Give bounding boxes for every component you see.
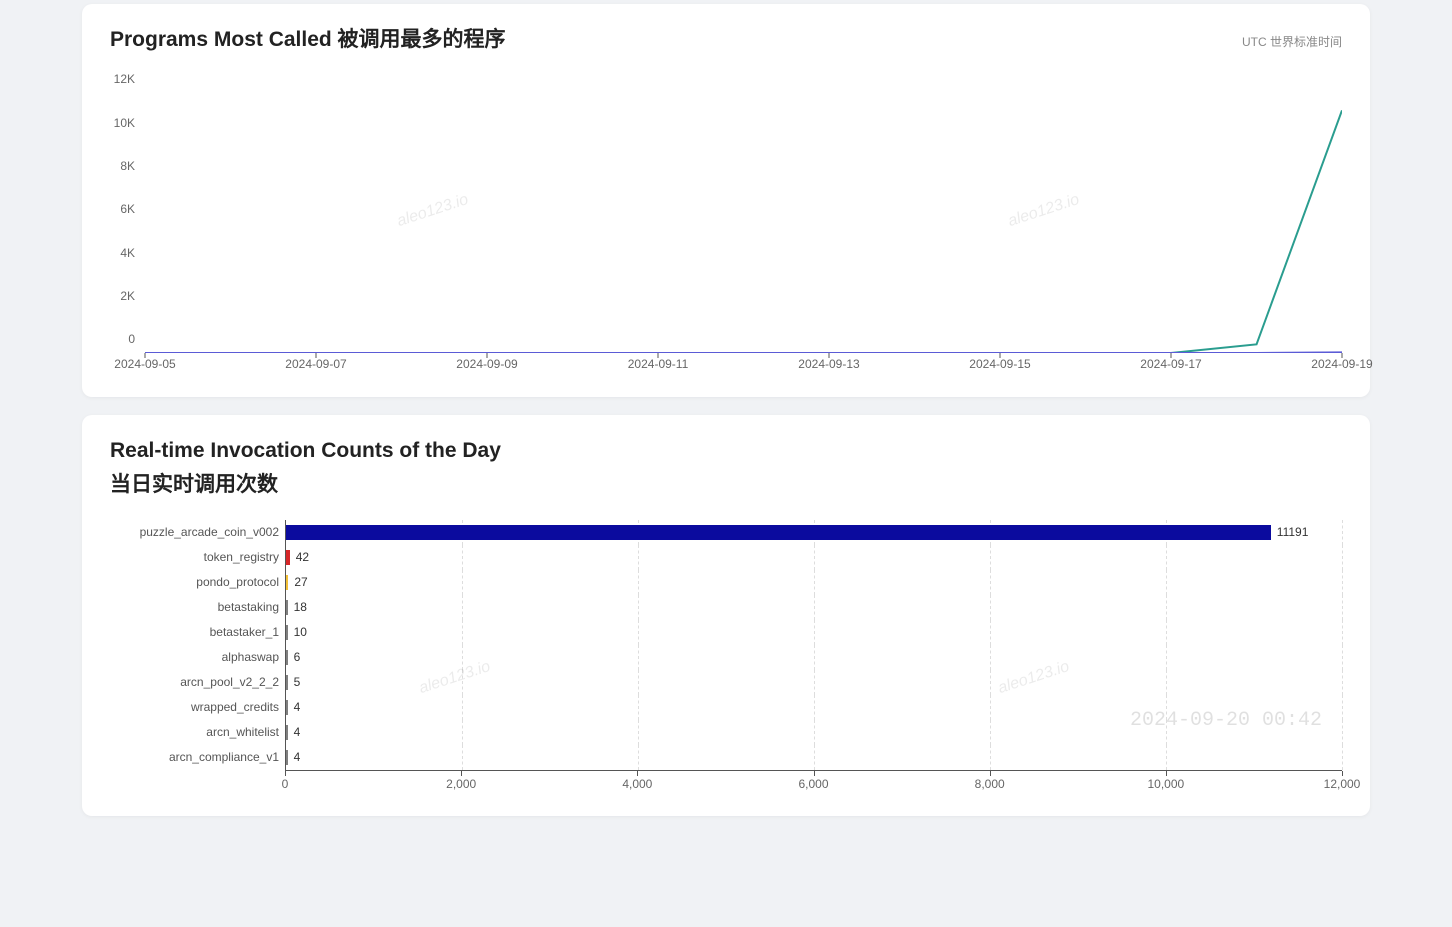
bar-xtick: 0 (282, 777, 289, 791)
x-tick: 2024-09-07 (285, 357, 346, 371)
bar-xtick: 6,000 (798, 777, 828, 791)
y-tick: 12K (114, 72, 145, 86)
bar-row: arcn_compliance_v1 4 (110, 745, 1342, 770)
bar-xtick: 2,000 (446, 777, 476, 791)
bar-track: 5 (285, 670, 1342, 695)
y-tick: 8K (120, 159, 145, 173)
bar-value: 4 (294, 725, 301, 739)
y-tick: 2K (120, 289, 145, 303)
bar-fill (286, 700, 288, 715)
card-realtime-invocation: Real-time Invocation Counts of the Day 当… (82, 415, 1370, 816)
x-tick: 2024-09-05 (114, 357, 175, 371)
x-tick: 2024-09-11 (628, 357, 689, 371)
bar-label: token_registry (110, 550, 285, 564)
bar-value: 5 (294, 675, 301, 689)
bar-track: 10 (285, 620, 1342, 645)
bar-row: token_registry 42 (110, 545, 1342, 570)
bar-row: betastaking 18 (110, 595, 1342, 620)
bar-label: pondo_protocol (110, 575, 285, 589)
bar-label: arcn_whitelist (110, 725, 285, 739)
bar-row: wrapped_credits 4 (110, 695, 1342, 720)
utc-label: UTC 世界标准时间 (1242, 33, 1342, 50)
x-tick: 2024-09-15 (969, 357, 1030, 371)
bar-label: arcn_compliance_v1 (110, 750, 285, 764)
bar-xtick: 4,000 (622, 777, 652, 791)
card2-subtitle: 当日实时调用次数 (110, 471, 1342, 498)
bar-label: puzzle_arcade_coin_v002 (110, 525, 285, 539)
y-tick: 4K (120, 246, 145, 260)
card-programs-most-called: Programs Most Called 被调用最多的程序 UTC 世界标准时间… (82, 4, 1370, 397)
bar-track: 4 (285, 720, 1342, 745)
bar-row: puzzle_arcade_coin_v002 11191 (110, 520, 1342, 545)
bar-track: 6 (285, 645, 1342, 670)
bar-fill (286, 550, 290, 565)
bar-track: 4 (285, 745, 1342, 770)
line-series-main (145, 111, 1342, 354)
bar-row: pondo_protocol 27 (110, 570, 1342, 595)
x-tick: 2024-09-19 (1311, 357, 1372, 371)
bar-fill (286, 625, 288, 640)
bar-row: arcn_pool_v2_2_2 5 (110, 670, 1342, 695)
bar-xtick: 12,000 (1324, 777, 1361, 791)
bar-label: betastaker_1 (110, 625, 285, 639)
bar-xtick: 8,000 (975, 777, 1005, 791)
bar-track: 11191 (285, 520, 1342, 545)
bar-value: 10 (294, 625, 307, 639)
bar-value: 42 (296, 550, 309, 564)
bar-label: alphaswap (110, 650, 285, 664)
x-tick: 2024-09-09 (456, 357, 517, 371)
bar-xtick: 10,000 (1147, 777, 1184, 791)
bar-fill (286, 650, 288, 665)
bar-value: 4 (294, 750, 301, 764)
bar-fill (286, 525, 1271, 540)
bar-track: 27 (285, 570, 1342, 595)
bar-fill (286, 575, 288, 590)
bar-track: 18 (285, 595, 1342, 620)
card2-title: Real-time Invocation Counts of the Day (110, 437, 1342, 464)
bar-fill (286, 675, 288, 690)
x-tick: 2024-09-17 (1140, 357, 1201, 371)
bar-value: 4 (294, 700, 301, 714)
bar-fill (286, 725, 288, 740)
bar-value: 27 (294, 575, 307, 589)
bar-value: 18 (294, 600, 307, 614)
bar-fill (286, 600, 288, 615)
bar-label: wrapped_credits (110, 700, 285, 714)
bar-chart: puzzle_arcade_coin_v002 11191 token_regist… (110, 520, 1342, 792)
y-tick: 0 (128, 332, 145, 346)
bar-value: 11191 (1277, 525, 1309, 539)
bar-fill (286, 750, 288, 765)
card1-title: Programs Most Called 被调用最多的程序 (110, 26, 506, 53)
bar-label: betastaking (110, 600, 285, 614)
bar-value: 6 (294, 650, 301, 664)
bar-label: arcn_pool_v2_2_2 (110, 675, 285, 689)
bar-row: arcn_whitelist 4 (110, 720, 1342, 745)
x-tick: 2024-09-13 (798, 357, 859, 371)
bar-row: betastaker_1 10 (110, 620, 1342, 645)
bar-track: 4 (285, 695, 1342, 720)
bar-row: alphaswap 6 (110, 645, 1342, 670)
y-tick: 10K (114, 116, 145, 130)
y-tick: 6K (120, 202, 145, 216)
line-chart: aleo123.io aleo123.io 02K4K6K8K10K12K 20… (110, 93, 1342, 373)
bar-track: 42 (285, 545, 1342, 570)
